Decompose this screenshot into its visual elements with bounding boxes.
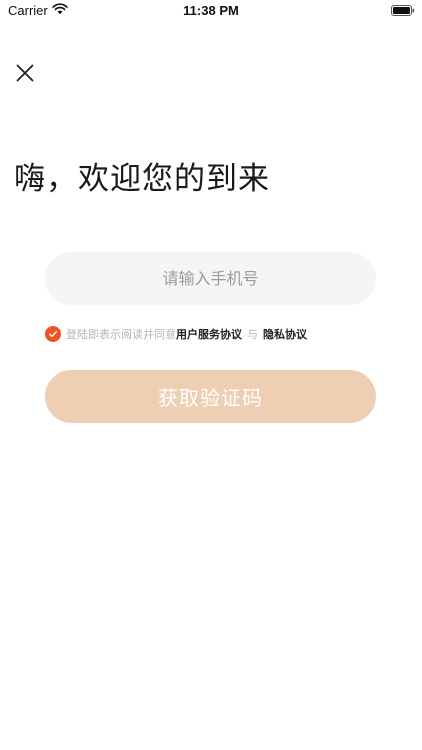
- close-icon: [16, 64, 34, 82]
- status-time: 11:38 PM: [183, 3, 239, 18]
- status-bar: Carrier 11:38 PM: [0, 0, 422, 22]
- agreement-checkbox[interactable]: [45, 326, 61, 342]
- privacy-agreement-link[interactable]: 隐私协议: [263, 326, 307, 342]
- close-button[interactable]: [12, 60, 38, 86]
- agreement-prefix: 登陆即表示阅读并同意: [66, 328, 176, 341]
- agreement-row: 登陆即表示阅读并同意 用户服务协议 与 隐私协议: [45, 325, 307, 343]
- phone-input[interactable]: [45, 252, 376, 305]
- user-agreement-link[interactable]: 用户服务协议: [176, 326, 242, 342]
- get-code-button[interactable]: 获取验证码: [45, 370, 376, 423]
- battery-icon: [391, 5, 415, 16]
- checkmark-icon: [49, 331, 58, 338]
- page-title: 嗨，欢迎您的到来: [14, 161, 270, 197]
- agreement-separator: 与: [247, 328, 258, 341]
